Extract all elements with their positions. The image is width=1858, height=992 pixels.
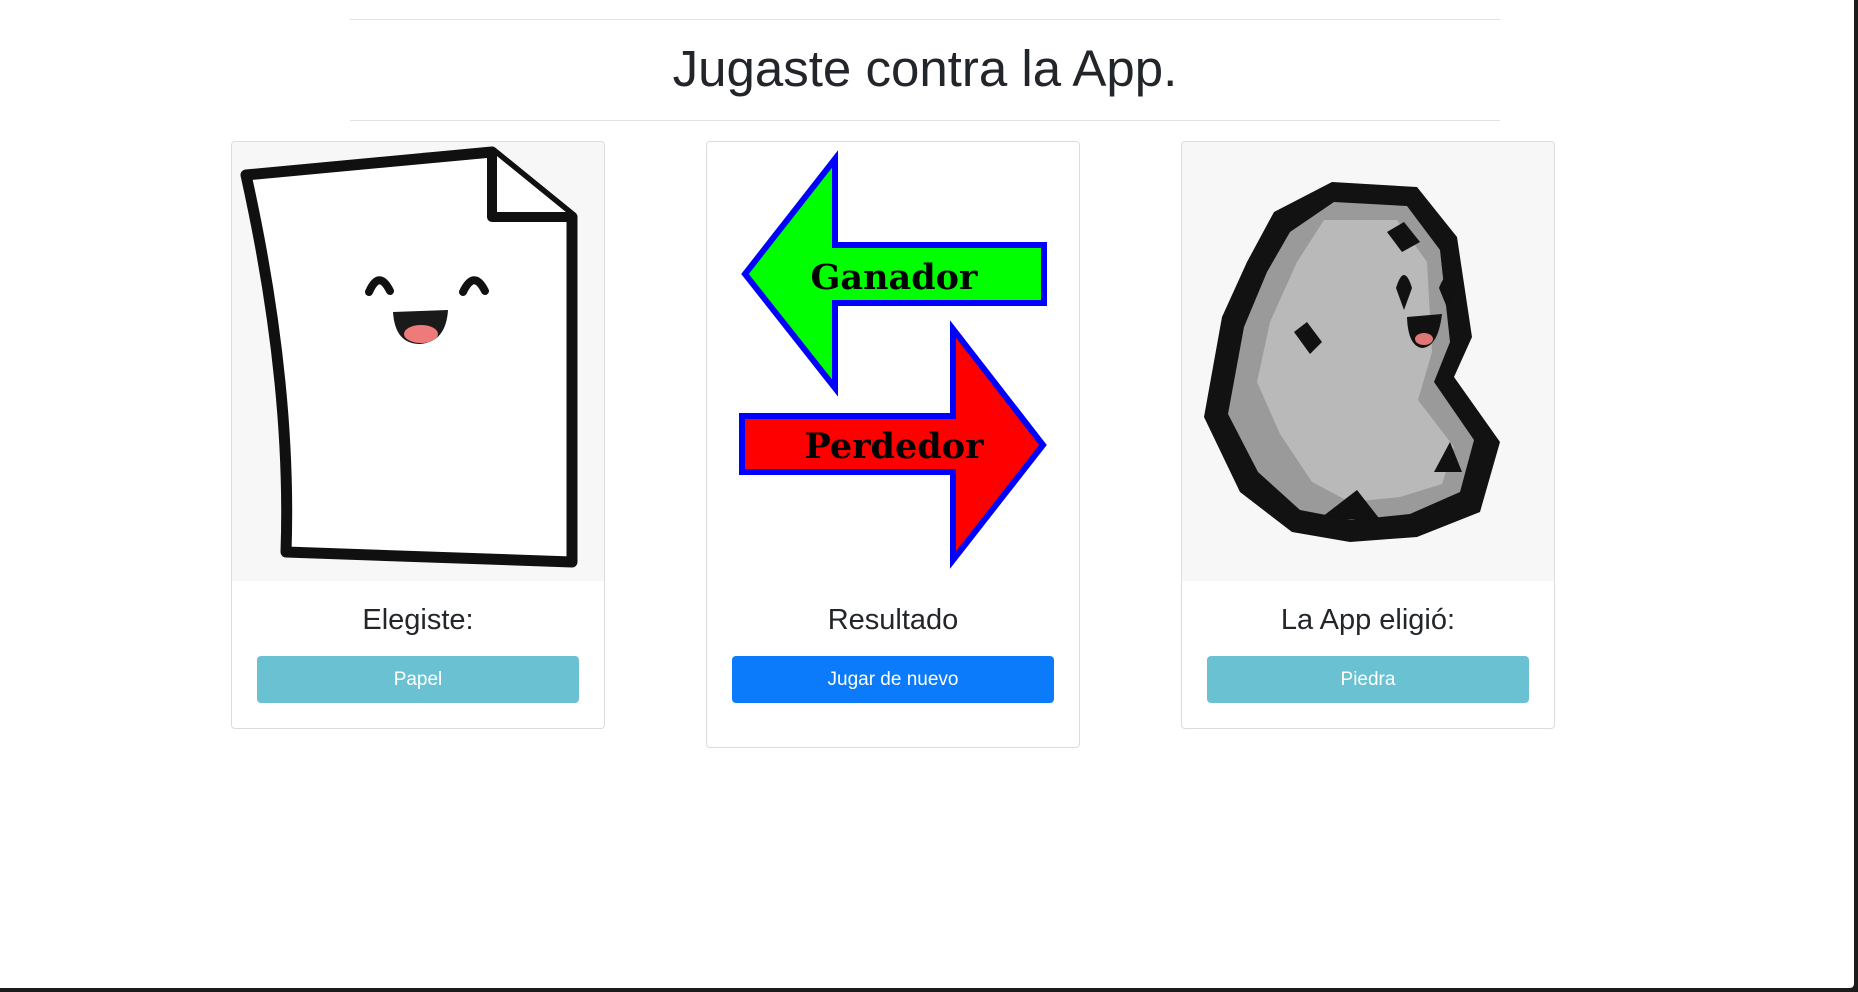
app-choice-card: La App eligió: Piedra (1181, 141, 1555, 729)
top-divider (350, 19, 1500, 20)
app-choice-title: La App eligió: (1280, 604, 1456, 636)
rock-character-icon (1182, 142, 1554, 581)
result-card: Ganador Perdedor Resultado Jugar de nuev… (706, 141, 1080, 748)
play-again-button[interactable]: Jugar de nuevo (732, 656, 1054, 703)
player-choice-button[interactable]: Papel (257, 656, 579, 703)
app-viewport: Jugaste contra la App. Elegiste: Papel G… (0, 0, 1854, 988)
paper-character-icon (232, 142, 604, 581)
player-choice-card: Elegiste: Papel (231, 141, 605, 729)
loser-arrow-label: Perdedor (804, 426, 984, 467)
page-title: Jugaste contra la App. (672, 40, 1178, 97)
app-choice-button[interactable]: Piedra (1207, 656, 1529, 703)
player-choice-image (232, 142, 604, 581)
winner-loser-arrows-icon: Ganador Perdedor (707, 142, 1079, 581)
winner-arrow-label: Ganador (811, 257, 979, 298)
result-title: Resultado (827, 604, 959, 636)
result-image: Ganador Perdedor (707, 142, 1079, 581)
player-choice-title: Elegiste: (362, 604, 474, 636)
app-choice-image (1182, 142, 1554, 581)
bottom-divider (350, 120, 1500, 121)
